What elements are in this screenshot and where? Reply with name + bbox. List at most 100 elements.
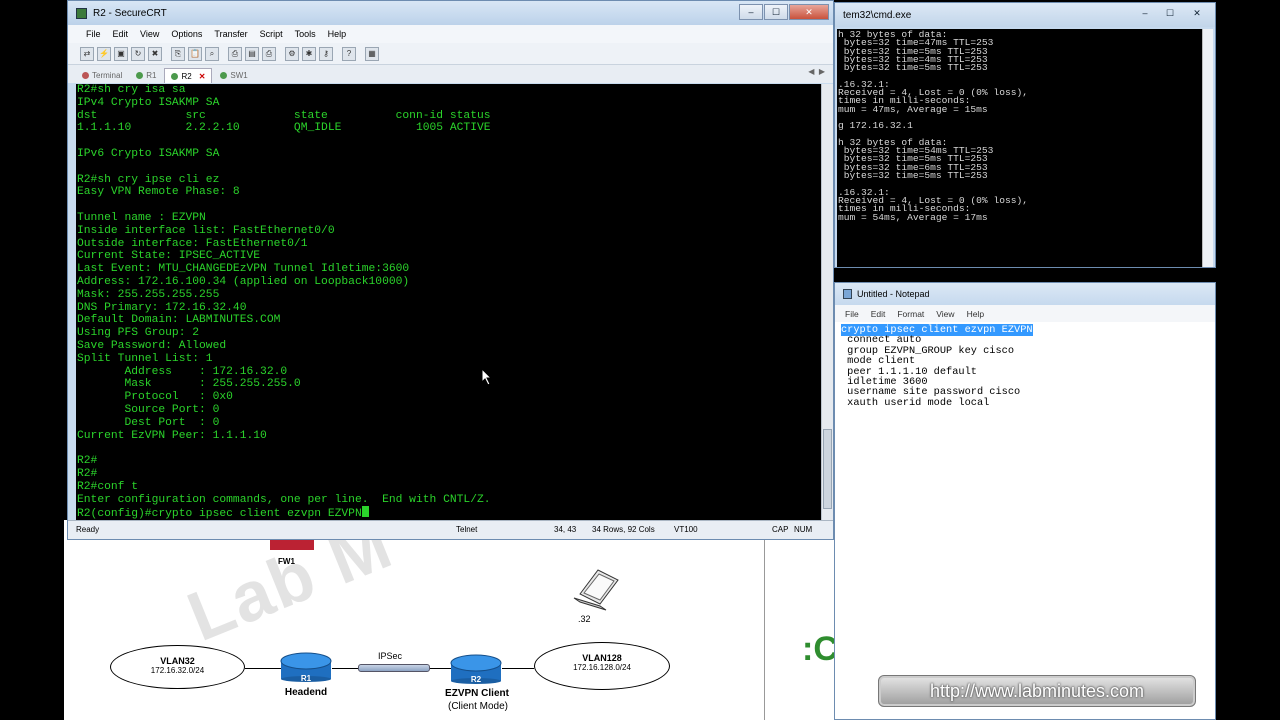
menu-tools[interactable]: Tools	[289, 29, 322, 39]
disconnect-icon[interactable]: ✖	[148, 46, 162, 61]
crt-menubar: File Edit View Options Transfer Script T…	[68, 25, 833, 43]
menu-options[interactable]: Options	[165, 29, 208, 39]
terminal-line: Save Password: Allowed	[77, 339, 227, 352]
find-icon[interactable]: ⌕	[205, 46, 219, 61]
terminal-line: Current State: IPSEC_ACTIVE	[77, 250, 261, 263]
help-icon[interactable]: ?	[342, 46, 356, 61]
crt-toolbar: ⇄ ⚡ ▣ ↻ ✖ ⎘ 📋 ⌕ ⎙ ▤ ⎙ ⚙ ✱ ⚷ ? ▦	[68, 43, 833, 65]
scrollbar-thumb[interactable]	[823, 429, 832, 509]
notepad-menu-edit[interactable]: Edit	[865, 309, 892, 319]
connect-icon[interactable]: ⇄	[80, 46, 94, 61]
ipsec-label: IPSec	[378, 651, 403, 661]
status-num: NUM	[794, 525, 813, 534]
notepad-title: Untitled - Notepad	[857, 289, 930, 299]
menu-file[interactable]: File	[80, 29, 107, 39]
link-r1-tunnel	[332, 668, 358, 669]
terminal-line: Mask : 255.255.255.0	[77, 378, 301, 391]
terminal-line: R2#	[77, 455, 98, 468]
link-vlan32-r1	[245, 668, 281, 669]
laptop-label: .32	[578, 614, 591, 624]
quick-connect-icon[interactable]: ⚡	[97, 46, 111, 61]
menu-transfer[interactable]: Transfer	[208, 29, 253, 39]
global-options-icon[interactable]: ✱	[302, 46, 316, 61]
terminal-line: Mask: 255.255.255.255	[77, 288, 220, 301]
tab-r1[interactable]: R1	[130, 68, 162, 83]
terminal-line: Source Port: 0	[77, 403, 220, 416]
tab-label: Terminal	[92, 71, 123, 80]
close-tab-icon[interactable]: ✕	[199, 72, 206, 81]
terminal-line: DNS Primary: 172.16.32.40	[77, 301, 247, 314]
notepad-window[interactable]: Untitled - Notepad File Edit Format View…	[834, 282, 1216, 720]
terminal-line: R2#	[77, 467, 98, 480]
notepad-menu-view[interactable]: View	[930, 309, 960, 319]
maximize-button[interactable]: ☐	[1158, 6, 1182, 22]
close-button[interactable]: ✕	[1183, 6, 1211, 22]
terminal-line: Address: 172.16.100.34 (applied on Loopb…	[77, 275, 410, 288]
close-button[interactable]: ✕	[789, 4, 829, 20]
crt-statusbar: Ready Telnet 34, 43 34 Rows, 92 Cols VT1…	[68, 520, 833, 539]
crt-title: R2 - SecureCRT	[93, 7, 167, 19]
terminal-line: Default Domain: LABMINUTES.COM	[77, 314, 281, 327]
vlan32-subnet: 172.16.32.0/24	[150, 666, 205, 675]
terminal-line: Protocol : 0x0	[77, 391, 233, 404]
notepad-titlebar[interactable]: Untitled - Notepad	[835, 283, 1215, 305]
print-icon[interactable]: ⎙	[228, 46, 242, 61]
tab-r2[interactable]: R2 ✕	[164, 68, 213, 83]
copy-icon[interactable]: ⎘	[171, 46, 185, 61]
tab-scroll-arrows[interactable]: ◀ ▶	[808, 67, 825, 76]
notepad-menu-format[interactable]: Format	[891, 309, 930, 319]
vlan128-cloud: VLAN128 172.16.128.0/24	[534, 642, 670, 690]
terminal-line: Outside interface: FastEthernet0/1	[77, 237, 308, 250]
terminal-line: IPv6 Crypto ISAKMP SA	[77, 147, 220, 160]
status-emulation: VT100	[674, 525, 698, 534]
terminal-line: Split Tunnel List: 1	[77, 352, 213, 365]
vlan32-cloud: VLAN32 172.16.32.0/24	[110, 645, 245, 689]
connect-tab-icon[interactable]: ▣	[114, 46, 128, 61]
securecrt-window[interactable]: R2 - SecureCRT – ☐ ✕ File Edit View Opti…	[67, 0, 834, 540]
sftp-icon[interactable]: ▦	[365, 46, 379, 61]
menu-view[interactable]: View	[134, 29, 165, 39]
tab-label: SW1	[230, 71, 248, 80]
terminal-scrollbar[interactable]	[821, 84, 833, 520]
cmd-line: bytes=32 time=5ms TTL=253	[838, 62, 988, 74]
ipsec-tunnel	[358, 664, 430, 672]
tab-terminal[interactable]: Terminal	[76, 68, 128, 83]
keymap-icon[interactable]: ⚷	[319, 46, 333, 61]
notepad-menu-help[interactable]: Help	[961, 309, 990, 319]
diagram-divider	[764, 520, 765, 720]
notepad-menubar: File Edit Format View Help	[835, 305, 1215, 322]
maximize-button[interactable]: ☐	[764, 4, 788, 20]
terminal-line: IPv4 Crypto ISAKMP SA	[77, 96, 220, 109]
menu-help[interactable]: Help	[322, 29, 353, 39]
securecrt-app-icon	[76, 7, 87, 19]
notepad-text-area[interactable]: crypto ipsec client ezvpn EZVPN connect …	[841, 324, 1033, 409]
crt-titlebar[interactable]: R2 - SecureCRT – ☐ ✕	[68, 1, 833, 25]
session-status-icon	[171, 72, 179, 80]
tab-sw1[interactable]: SW1	[214, 68, 253, 83]
terminal-area[interactable]: R2#sh cry isa sa IPv4 Crypto ISAKMP SA d…	[76, 84, 821, 520]
url-badge: http://www.labminutes.com	[878, 675, 1196, 707]
cmd-console[interactable]: h 32 bytes of data: bytes=32 time=47ms T…	[837, 29, 1205, 267]
cmd-window[interactable]: tem32\cmd.exe – ☐ ✕ h 32 bytes of data: …	[834, 2, 1216, 268]
logo-fragment: :C	[802, 630, 834, 668]
terminal-line: Last Event: MTU_CHANGEDEzVPN Tunnel Idle…	[77, 263, 410, 276]
r2-sublabel: (Client Mode)	[447, 701, 509, 712]
minimize-button[interactable]: –	[1133, 6, 1157, 22]
cmd-line: mum = 54ms, Average = 17ms	[838, 211, 988, 223]
settings-icon[interactable]: ⚙	[285, 46, 299, 61]
menu-edit[interactable]: Edit	[107, 29, 135, 39]
print-selection-icon[interactable]: ▤	[245, 46, 259, 61]
printer-icon[interactable]: ⎙	[262, 46, 276, 61]
cmd-scrollbar[interactable]	[1202, 29, 1213, 267]
paste-icon[interactable]: 📋	[188, 46, 202, 61]
r1-icon-label: R1	[300, 674, 312, 683]
menu-script[interactable]: Script	[254, 29, 289, 39]
minimize-button[interactable]: –	[739, 4, 763, 20]
terminal-line: dst src state conn-id status	[77, 109, 491, 122]
notepad-line: xauth userid mode local	[841, 396, 990, 409]
terminal-line: Dest Port : 0	[77, 416, 220, 429]
terminal-line: R2#conf t	[77, 480, 139, 493]
cmd-titlebar[interactable]: tem32\cmd.exe – ☐ ✕	[835, 3, 1215, 27]
reconnect-icon[interactable]: ↻	[131, 46, 145, 61]
notepad-menu-file[interactable]: File	[839, 309, 865, 319]
